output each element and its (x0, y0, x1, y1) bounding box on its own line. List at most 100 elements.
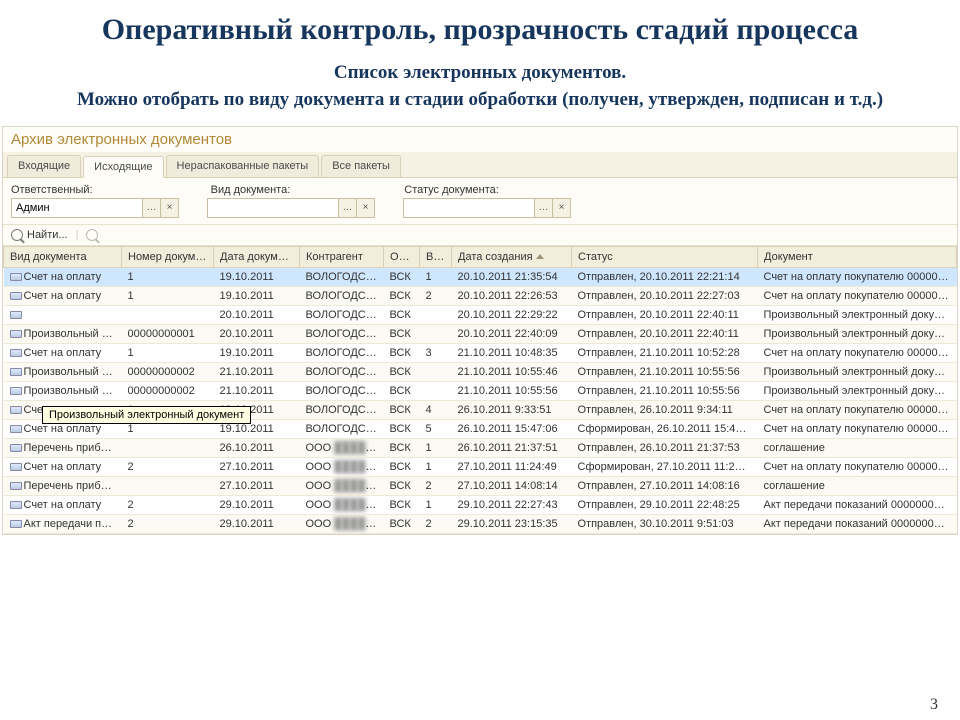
cell: ВСК (384, 476, 420, 495)
cell: 1 (420, 267, 452, 286)
cell: ВСК (384, 305, 420, 324)
column-header[interactable]: Статус (572, 246, 758, 267)
cell: 19.10.2011 (214, 343, 300, 362)
cell: Отправлен, 20.10.2011 22:27:03 (572, 286, 758, 305)
cell: Счет на оплату (4, 343, 122, 362)
cell: ВСК (384, 438, 420, 457)
cell: Перечень приборов... (4, 476, 122, 495)
table-row[interactable]: Произвольный эле...0000000000221.10.2011… (4, 381, 957, 400)
app-title: Архив электронных документов (3, 127, 957, 152)
cell: 26.10.2011 (214, 438, 300, 457)
table-row[interactable]: Произвольный эле...0000000000221.10.2011… (4, 362, 957, 381)
zoom-icon[interactable] (86, 229, 98, 241)
table-row[interactable]: Счет на оплату227.10.2011ООО ██████ВСК12… (4, 457, 957, 476)
tab-bar: ВходящиеИсходящиеНераспакованные пакетыВ… (3, 152, 957, 178)
cell: Отправлен, 26.10.2011 9:34:11 (572, 400, 758, 419)
column-header[interactable]: Номер документа (122, 246, 214, 267)
tab-Входящие[interactable]: Входящие (7, 155, 81, 177)
tab-Все пакеты[interactable]: Все пакеты (321, 155, 401, 177)
cell: ВСК (384, 400, 420, 419)
doctype-input[interactable] (208, 199, 338, 217)
cell: ВСК (384, 419, 420, 438)
cell: 20.10.2011 22:29:22 (452, 305, 572, 324)
document-icon (10, 425, 22, 433)
cell: ООО ██████ (300, 438, 384, 457)
cell: 27.10.2011 11:24:49 (452, 457, 572, 476)
cell: ВОЛОГОДСК... (300, 305, 384, 324)
cell: Счет на оплату (4, 457, 122, 476)
column-header[interactable]: Вид документа (4, 246, 122, 267)
cell: 29.10.2011 (214, 514, 300, 533)
cell: Отправлен, 30.10.2011 9:51:03 (572, 514, 758, 533)
cell: 29.10.2011 (214, 495, 300, 514)
cell: 21.10.2011 10:55:56 (452, 381, 572, 400)
cell: Сформирован, 27.10.2011 11:24:49 (572, 457, 758, 476)
find-button[interactable]: Найти... (11, 229, 68, 241)
table-row[interactable]: Произвольный эле...0000000000120.10.2011… (4, 324, 957, 343)
table-row[interactable]: 20.10.2011ВОЛОГОДСК...ВСК20.10.2011 22:2… (4, 305, 957, 324)
document-icon (10, 501, 22, 509)
column-header[interactable]: Ве... (420, 246, 452, 267)
column-header[interactable]: Документ (758, 246, 957, 267)
cell (4, 305, 122, 324)
cell: 21.10.2011 10:55:46 (452, 362, 572, 381)
table-row[interactable]: Акт передачи пока...229.10.2011ООО █████… (4, 514, 957, 533)
cell: 3 (420, 343, 452, 362)
cell: ВСК (384, 381, 420, 400)
cell: 2 (420, 286, 452, 305)
cell: 20.10.2011 (214, 324, 300, 343)
responsible-input[interactable] (12, 199, 142, 217)
cell: Счет на оплату (4, 267, 122, 286)
responsible-lookup[interactable]: … × (11, 198, 179, 218)
column-header[interactable]: Орг... (384, 246, 420, 267)
cell: Отправлен, 20.10.2011 22:40:11 (572, 324, 758, 343)
sort-asc-icon (536, 254, 544, 259)
cell (122, 305, 214, 324)
cell: 20.10.2011 22:26:53 (452, 286, 572, 305)
cell: ВОЛОГОДСК... (300, 381, 384, 400)
cell: ООО ██████ (300, 514, 384, 533)
ellipsis-icon[interactable]: … (142, 199, 160, 217)
document-icon (10, 463, 22, 471)
column-header[interactable]: Дата документа (214, 246, 300, 267)
table-row[interactable]: Счет на оплату119.10.2011ВОЛОГОДСК...ВСК… (4, 286, 957, 305)
doctype-lookup[interactable]: … × (207, 198, 375, 218)
toolbar-separator: | (76, 229, 79, 241)
cell: Счет на оплату покупателю 00000000001 от… (758, 419, 957, 438)
column-header[interactable]: Контрагент (300, 246, 384, 267)
cell: ВСК (384, 343, 420, 362)
ellipsis-icon[interactable]: … (534, 199, 552, 217)
cell: Отправлен, 20.10.2011 22:40:11 (572, 305, 758, 324)
table-row[interactable]: Счет на оплату229.10.2011ООО ██████ВСК12… (4, 495, 957, 514)
documents-grid[interactable]: Вид документаНомер документаДата докумен… (3, 246, 957, 534)
column-header[interactable]: Дата создания (452, 246, 572, 267)
cell: ВОЛОГОДСК... (300, 286, 384, 305)
tab-Исходящие[interactable]: Исходящие (83, 156, 163, 178)
table-row[interactable]: Перечень приборов...27.10.2011ООО ██████… (4, 476, 957, 495)
filter-doctype-label: Вид документа: (211, 184, 291, 196)
table-row[interactable]: Счет на оплату119.10.2011ВОЛОГОДСК...ВСК… (4, 267, 957, 286)
slide-title: Оперативный контроль, прозрачность стади… (0, 0, 960, 48)
table-row[interactable]: Счет на оплату119.10.2011ВОЛОГОДСК...ВСК… (4, 343, 957, 362)
cell: ВОЛОГОДСК... (300, 419, 384, 438)
tab-Нераспакованные пакеты[interactable]: Нераспакованные пакеты (166, 155, 320, 177)
status-input[interactable] (404, 199, 534, 217)
cell (420, 324, 452, 343)
status-lookup[interactable]: … × (403, 198, 571, 218)
cell: 20.10.2011 21:35:54 (452, 267, 572, 286)
cell: Счет на оплату покупателю 00000000001 от… (758, 400, 957, 419)
cell: 27.10.2011 14:08:14 (452, 476, 572, 495)
clear-icon[interactable]: × (552, 199, 570, 217)
cell: 19.10.2011 (214, 286, 300, 305)
table-row[interactable]: Перечень приборов...26.10.2011ООО ██████… (4, 438, 957, 457)
cell: 1 (122, 286, 214, 305)
cell: Отправлен, 27.10.2011 14:08:16 (572, 476, 758, 495)
ellipsis-icon[interactable]: … (338, 199, 356, 217)
cell: 2 (420, 514, 452, 533)
clear-icon[interactable]: × (160, 199, 178, 217)
document-icon (10, 368, 22, 376)
cell: Счет на оплату покупателю 00000000002 от… (758, 457, 957, 476)
clear-icon[interactable]: × (356, 199, 374, 217)
cell: 2 (122, 514, 214, 533)
document-icon (10, 387, 22, 395)
